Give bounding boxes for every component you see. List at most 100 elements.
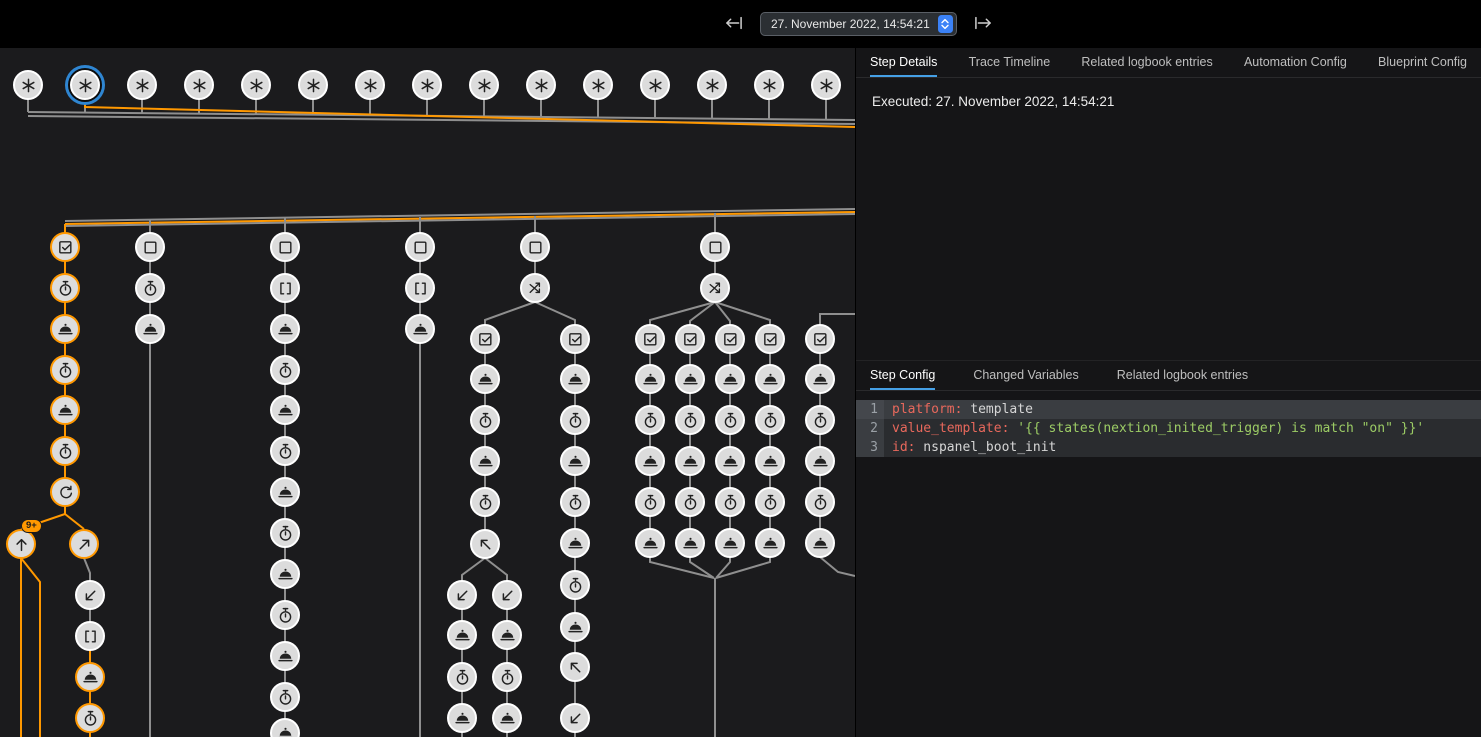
service-node[interactable] <box>635 528 665 558</box>
service-node[interactable] <box>50 314 80 344</box>
service-node[interactable] <box>447 620 477 650</box>
box-node[interactable] <box>520 232 550 262</box>
service-node[interactable] <box>50 395 80 425</box>
trigger-node[interactable] <box>412 70 442 100</box>
tab-config-related-logbook-entries[interactable]: Related logbook entries <box>1117 361 1248 390</box>
delay-node[interactable] <box>715 487 745 517</box>
trigger-node[interactable] <box>355 70 385 100</box>
delay-node[interactable] <box>675 487 705 517</box>
service-node[interactable] <box>560 364 590 394</box>
service-node[interactable] <box>447 703 477 733</box>
service-node[interactable] <box>755 364 785 394</box>
service-node[interactable] <box>635 446 665 476</box>
delay-node[interactable] <box>492 662 522 692</box>
service-node[interactable] <box>715 528 745 558</box>
delay-node[interactable] <box>50 273 80 303</box>
tab-related-logbook-entries[interactable]: Related logbook entries <box>1081 48 1212 77</box>
tab-changed-variables[interactable]: Changed Variables <box>973 361 1078 390</box>
service-node[interactable] <box>715 446 745 476</box>
up_right-node[interactable] <box>69 529 99 559</box>
service-node[interactable] <box>755 446 785 476</box>
service-node[interactable] <box>470 364 500 394</box>
service-node[interactable] <box>675 528 705 558</box>
service-node[interactable] <box>560 528 590 558</box>
service-node[interactable] <box>675 446 705 476</box>
delay-node[interactable] <box>805 405 835 435</box>
previous-run-button[interactable] <box>722 11 746 38</box>
choose-node[interactable] <box>520 273 550 303</box>
service-node[interactable] <box>270 559 300 589</box>
tab-automation-config[interactable]: Automation Config <box>1244 48 1347 77</box>
condition-node[interactable] <box>560 324 590 354</box>
service-node[interactable] <box>635 364 665 394</box>
service-node[interactable] <box>492 620 522 650</box>
up_left-node[interactable] <box>470 529 500 559</box>
condition-node[interactable] <box>470 324 500 354</box>
delay-node[interactable] <box>470 487 500 517</box>
trigger-node[interactable] <box>298 70 328 100</box>
run-select[interactable]: 27. November 2022, 14:54:21 <box>760 12 957 36</box>
tab-trace-timeline[interactable]: Trace Timeline <box>969 48 1051 77</box>
next-run-button[interactable] <box>971 11 995 38</box>
service-node[interactable] <box>135 314 165 344</box>
trigger-node[interactable] <box>526 70 556 100</box>
box-node[interactable] <box>135 232 165 262</box>
trigger-node[interactable] <box>184 70 214 100</box>
trigger-node[interactable] <box>754 70 784 100</box>
delay-node[interactable] <box>560 487 590 517</box>
service-node[interactable] <box>405 314 435 344</box>
tab-step-config[interactable]: Step Config <box>870 361 935 390</box>
service-node[interactable] <box>270 395 300 425</box>
condition-node[interactable] <box>675 324 705 354</box>
service-node[interactable] <box>675 364 705 394</box>
up_left-node[interactable] <box>560 652 590 682</box>
delay-node[interactable] <box>270 600 300 630</box>
service-node[interactable] <box>270 477 300 507</box>
service-node[interactable] <box>805 528 835 558</box>
delay-node[interactable] <box>50 355 80 385</box>
service-node[interactable] <box>75 662 105 692</box>
delay-node[interactable] <box>270 436 300 466</box>
tab-blueprint-config[interactable]: Blueprint Config <box>1378 48 1467 77</box>
brackets-node[interactable] <box>75 621 105 651</box>
service-node[interactable] <box>270 718 300 737</box>
service-node[interactable] <box>755 528 785 558</box>
delay-node[interactable] <box>635 487 665 517</box>
down_left-node[interactable] <box>75 580 105 610</box>
choose-node[interactable] <box>700 273 730 303</box>
box-node[interactable] <box>270 232 300 262</box>
condition-node[interactable] <box>715 324 745 354</box>
condition-node[interactable] <box>805 324 835 354</box>
service-node[interactable] <box>270 314 300 344</box>
delay-node[interactable] <box>270 518 300 548</box>
delay-node[interactable] <box>75 703 105 733</box>
delay-node[interactable] <box>755 405 785 435</box>
repeat-node[interactable] <box>50 477 80 507</box>
service-node[interactable] <box>805 446 835 476</box>
service-node[interactable] <box>715 364 745 394</box>
delay-node[interactable] <box>635 405 665 435</box>
condition-node[interactable] <box>755 324 785 354</box>
trigger-node[interactable] <box>697 70 727 100</box>
delay-node[interactable] <box>50 436 80 466</box>
tab-step-details[interactable]: Step Details <box>870 48 937 77</box>
down_left-node[interactable] <box>492 580 522 610</box>
service-node[interactable] <box>560 612 590 642</box>
delay-node[interactable] <box>755 487 785 517</box>
trigger-node[interactable] <box>70 70 100 100</box>
condition-node[interactable] <box>50 232 80 262</box>
trigger-node[interactable] <box>127 70 157 100</box>
delay-node[interactable] <box>447 662 477 692</box>
delay-node[interactable] <box>470 405 500 435</box>
delay-node[interactable] <box>560 405 590 435</box>
trigger-node[interactable] <box>640 70 670 100</box>
delay-node[interactable] <box>135 273 165 303</box>
service-node[interactable] <box>560 446 590 476</box>
trigger-node[interactable] <box>811 70 841 100</box>
trigger-node[interactable] <box>13 70 43 100</box>
trigger-node[interactable] <box>583 70 613 100</box>
delay-node[interactable] <box>560 570 590 600</box>
service-node[interactable] <box>470 446 500 476</box>
brackets-node[interactable] <box>405 273 435 303</box>
service-node[interactable] <box>492 703 522 733</box>
